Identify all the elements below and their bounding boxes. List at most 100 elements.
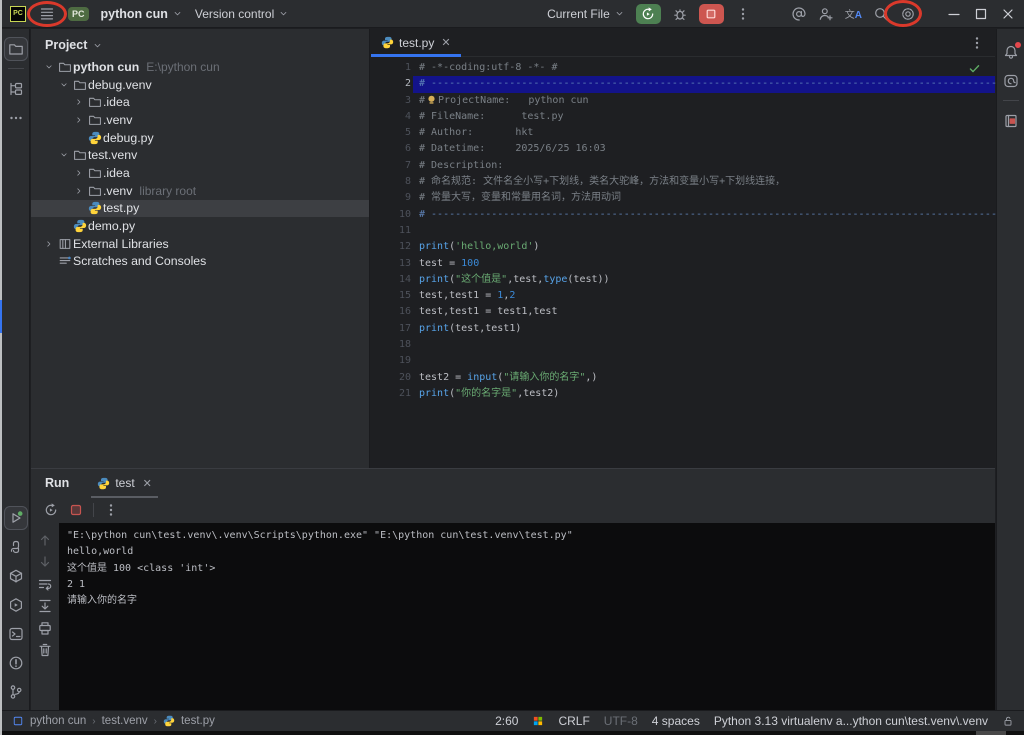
tab-close-icon[interactable]: ✕ bbox=[441, 36, 450, 49]
tree-item-demo-py[interactable]: demo.py bbox=[31, 217, 369, 235]
tree-item-external-libraries[interactable]: External Libraries bbox=[31, 235, 369, 253]
code-line-13[interactable]: test = 100 bbox=[413, 256, 995, 272]
code-line-1[interactable]: # -*-coding:utf-8 -*- # bbox=[413, 60, 995, 76]
caret-position-widget[interactable]: 2:60 bbox=[495, 714, 518, 728]
translate-button[interactable]: 文A bbox=[845, 0, 862, 27]
chevron-collapsed-icon[interactable] bbox=[71, 168, 86, 178]
terminal-button[interactable] bbox=[4, 622, 28, 646]
tree-item--idea[interactable]: .idea bbox=[31, 93, 369, 111]
run-tool-button[interactable] bbox=[4, 506, 28, 530]
rerun-button[interactable] bbox=[43, 497, 59, 523]
run-tab-test[interactable]: test ✕ bbox=[91, 469, 158, 497]
tree-item--venv[interactable]: .venv bbox=[31, 111, 369, 129]
tree-item-debug-venv[interactable]: debug.venv bbox=[31, 76, 369, 94]
code-content[interactable]: # -*-coding:utf-8 -*- ## ---------------… bbox=[413, 60, 995, 402]
inspections-ok-icon[interactable] bbox=[968, 62, 981, 75]
stop-button[interactable] bbox=[68, 497, 84, 523]
line-separator-widget[interactable]: CRLF bbox=[558, 714, 589, 728]
tree-item--venv[interactable]: .venvlibrary root bbox=[31, 182, 369, 200]
code-line-16[interactable]: test,test1 = test1,test bbox=[413, 304, 995, 320]
code-line-7[interactable]: # Description: bbox=[413, 158, 995, 174]
services-button[interactable] bbox=[4, 593, 28, 617]
run-config-selector[interactable]: Current File bbox=[547, 0, 625, 27]
indent-widget[interactable]: 4 spaces bbox=[652, 714, 700, 728]
close-button[interactable] bbox=[1000, 0, 1016, 27]
code-line-21[interactable]: print("你的名字是",test2) bbox=[413, 386, 995, 402]
project-badge[interactable]: PC bbox=[68, 7, 89, 21]
tab-test-py[interactable]: test.py ✕ bbox=[371, 29, 461, 56]
tree-item-test-py[interactable]: test.py bbox=[31, 200, 369, 218]
chevron-collapsed-icon[interactable] bbox=[71, 97, 86, 107]
code-line-6[interactable]: # Datetime: 2025/6/25 16:03 bbox=[413, 141, 995, 157]
plugin-status-icon[interactable] bbox=[532, 715, 544, 727]
console-output[interactable]: "E:\python cun\test.venv\.venv\Scripts\p… bbox=[59, 523, 995, 710]
tab-options-icon[interactable] bbox=[969, 35, 985, 51]
code-line-17[interactable]: print(test,test1) bbox=[413, 321, 995, 337]
readonly-widget[interactable] bbox=[1002, 715, 1014, 727]
code-line-14[interactable]: print("这个值是",test,type(test)) bbox=[413, 272, 995, 288]
vcs-widget[interactable]: Version control bbox=[195, 0, 289, 27]
editor-area[interactable]: test.py ✕ 123456789101112131415161718192… bbox=[371, 29, 995, 468]
chevron-collapsed-icon[interactable] bbox=[41, 239, 56, 249]
up-stack-trace-button[interactable] bbox=[35, 530, 55, 550]
problems-button[interactable] bbox=[4, 651, 28, 675]
chevron-collapsed-icon[interactable] bbox=[71, 186, 86, 196]
tree-item-python-cun[interactable]: python cunE:\python cun bbox=[31, 58, 369, 76]
notifications-button[interactable] bbox=[999, 40, 1023, 64]
tree-item-scratches-and-consoles[interactable]: Scratches and Consoles bbox=[31, 253, 369, 271]
code-line-5[interactable]: # Author: hkt bbox=[413, 125, 995, 141]
code-line-8[interactable]: # 命名规范: 文件名全小写+下划线，类名大驼峰，方法和变量小写+下划线连接， bbox=[413, 174, 995, 190]
tree-item-test-venv[interactable]: test.venv bbox=[31, 146, 369, 164]
settings-button[interactable] bbox=[900, 0, 916, 27]
code-line-3[interactable]: #ProjectName: python cun bbox=[413, 93, 995, 109]
breadcrumb-item[interactable]: python cun bbox=[30, 715, 86, 727]
project-selector[interactable]: python cun bbox=[101, 0, 183, 27]
debug-button[interactable] bbox=[672, 0, 688, 27]
breadcrumb-item[interactable]: test.py bbox=[181, 715, 215, 727]
rerun-button[interactable] bbox=[636, 4, 661, 24]
python-console-button[interactable] bbox=[4, 535, 28, 559]
version-control-tool-button[interactable] bbox=[4, 680, 28, 704]
chevron-expanded-icon[interactable] bbox=[41, 62, 56, 72]
code-line-2[interactable]: # --------------------------------------… bbox=[413, 76, 995, 92]
code-line-10[interactable]: # --------------------------------------… bbox=[413, 207, 995, 223]
more-options-button[interactable] bbox=[103, 497, 119, 523]
chevron-expanded-icon[interactable] bbox=[56, 150, 71, 160]
chevron-collapsed-icon[interactable] bbox=[71, 115, 86, 125]
down-stack-trace-button[interactable] bbox=[35, 552, 55, 572]
chevron-expanded-icon[interactable] bbox=[56, 80, 71, 90]
soft-wrap-button[interactable] bbox=[35, 574, 55, 594]
code-with-me-button[interactable] bbox=[818, 0, 834, 27]
structure-tool-button[interactable] bbox=[4, 77, 28, 101]
search-everywhere-button[interactable] bbox=[873, 0, 889, 27]
code-line-4[interactable]: # FileName: test.py bbox=[413, 109, 995, 125]
project-tool-button[interactable] bbox=[4, 37, 28, 61]
code-line-12[interactable]: print('hello,world') bbox=[413, 239, 995, 255]
ai-assistant-tool-button[interactable] bbox=[999, 69, 1023, 93]
code-line-19[interactable] bbox=[413, 353, 995, 369]
clear-all-button[interactable] bbox=[35, 640, 55, 660]
more-tool-windows-button[interactable] bbox=[4, 106, 28, 130]
code-line-9[interactable]: # 常量大写，变量和常量用名词，方法用动词 bbox=[413, 190, 995, 206]
app-logo[interactable]: PC bbox=[10, 0, 26, 27]
breadcrumb-item[interactable]: test.venv bbox=[102, 715, 148, 727]
code-line-18[interactable] bbox=[413, 337, 995, 353]
scroll-to-end-button[interactable] bbox=[35, 596, 55, 616]
tree-item--idea[interactable]: .idea bbox=[31, 164, 369, 182]
tree-item-debug-py[interactable]: debug.py bbox=[31, 129, 369, 147]
code-line-15[interactable]: test,test1 = 1,2 bbox=[413, 288, 995, 304]
main-menu-button[interactable] bbox=[38, 0, 56, 27]
minimize-button[interactable] bbox=[946, 0, 962, 27]
project-panel-header[interactable]: Project bbox=[31, 29, 369, 58]
maximize-button[interactable] bbox=[973, 0, 989, 27]
interpreter-widget[interactable]: Python 3.13 virtualenv a...ython cun\tes… bbox=[714, 714, 988, 728]
code-line-20[interactable]: test2 = input("请输入你的名字",) bbox=[413, 370, 995, 386]
ai-assistant-button[interactable] bbox=[791, 0, 807, 27]
translation-dictionary-button[interactable] bbox=[999, 109, 1023, 133]
code-line-11[interactable] bbox=[413, 223, 995, 239]
encoding-widget[interactable]: UTF-8 bbox=[604, 714, 638, 728]
python-packages-button[interactable] bbox=[4, 564, 28, 588]
run-tab-close-icon[interactable]: ✕ bbox=[143, 477, 152, 490]
stop-button[interactable] bbox=[699, 4, 724, 24]
more-actions-button[interactable] bbox=[735, 0, 751, 27]
